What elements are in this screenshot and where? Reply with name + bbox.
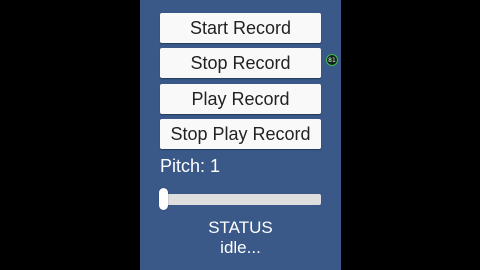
play-record-button[interactable]: Play Record <box>160 84 321 114</box>
overlay-counter-badge: 81 <box>326 54 338 66</box>
stop-play-record-button[interactable]: Stop Play Record <box>160 119 321 149</box>
stop-record-button[interactable]: Stop Record <box>160 48 321 78</box>
start-record-button[interactable]: Start Record <box>160 13 321 43</box>
pitch-slider-handle[interactable] <box>159 188 168 210</box>
status-title: STATUS <box>208 218 273 237</box>
status-value: idle... <box>220 238 261 257</box>
app-panel: Start Record Stop Record Play Record Sto… <box>140 0 341 270</box>
pitch-label: Pitch: 1 <box>160 156 221 176</box>
pitch-slider-track[interactable] <box>163 194 321 205</box>
